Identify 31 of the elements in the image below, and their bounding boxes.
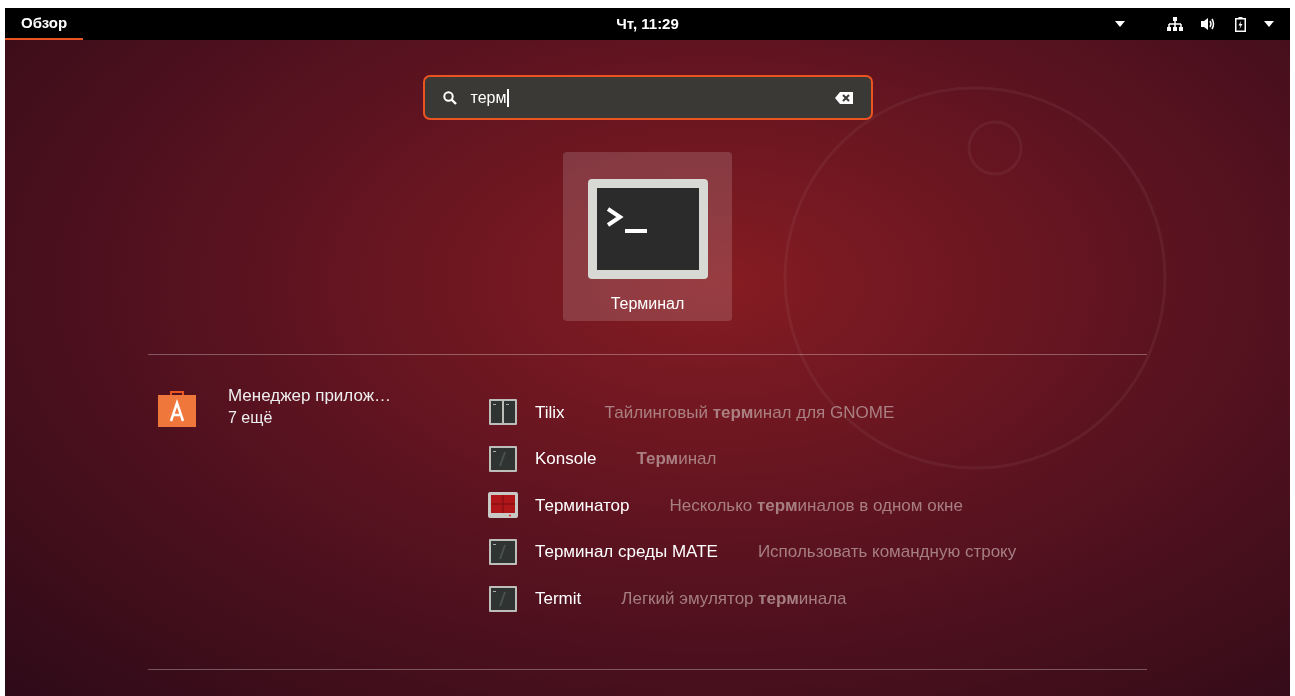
app-description: Терминал [636,448,717,471]
clear-icon[interactable] [834,91,853,104]
terminal-app-icon[interactable] [489,445,517,472]
app-name[interactable]: Терминатор [535,492,630,519]
app-description: Легкий эмулятор терминала [621,587,847,610]
app-name[interactable]: Терминал среды MATE [535,539,718,565]
app-tile[interactable]: Терминал [563,152,732,321]
app-description: Использовать командную строку [757,541,1017,564]
provider-name[interactable]: Менеджер прилож… [228,385,392,407]
terminal-app-icon[interactable] [488,492,518,519]
app-name[interactable]: Termit [535,585,582,612]
system-menu-arrow-icon[interactable] [1264,21,1274,27]
network-icon[interactable] [1167,17,1183,31]
terminal-app-icon[interactable] [489,585,517,612]
app-name[interactable]: Tilix [535,399,565,426]
search-icon [442,90,457,105]
terminal-app-icon[interactable] [489,399,517,426]
battery-icon[interactable] [1235,16,1246,32]
software-bag-icon[interactable] [158,389,196,427]
app-description: Тайлинговый терминал для GNOME [604,401,895,424]
search-text: терм [470,87,507,108]
more-results-link[interactable]: 7 ещё [228,407,392,429]
volume-icon[interactable] [1201,17,1217,31]
app-description: Несколько терминалов в одном окне [669,494,963,517]
terminal-app-icon[interactable] [489,539,517,566]
dropdown-arrow-icon[interactable] [1115,21,1125,27]
search-field[interactable]: терм [422,75,873,120]
app-name[interactable]: Konsole [535,446,597,472]
terminal-icon [587,179,708,279]
clock[interactable]: Чт, 11:29 [616,12,679,36]
activities-button[interactable]: Обзор [5,8,84,40]
